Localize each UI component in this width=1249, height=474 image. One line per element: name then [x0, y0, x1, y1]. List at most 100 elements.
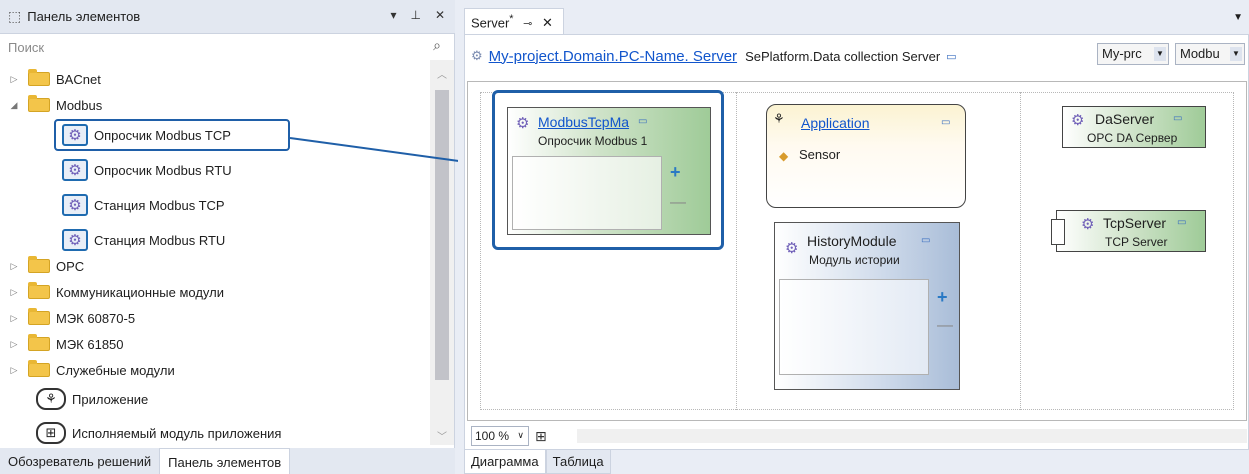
properties-icon[interactable]: ▭ [921, 235, 930, 246]
tree-item-modbus-rtu-poller[interactable]: ⚙ Опросчик Modbus RTU [62, 157, 232, 183]
chevron-down-icon[interactable]: ▼ [1154, 47, 1166, 61]
tree-item-service-modules[interactable]: ▷ Служебные модули [8, 357, 175, 383]
node-subtitle: Модуль истории [809, 253, 900, 267]
tree-item-label: Служебные модули [56, 362, 175, 378]
scroll-down-icon[interactable]: ﹀ [437, 428, 447, 443]
tree-item-modbus[interactable]: ◢ Modbus [8, 92, 102, 118]
expand-icon[interactable]: ▷ [8, 339, 20, 350]
node-title[interactable]: ModbusTcpMa [538, 114, 629, 130]
view-tabs: Диаграмма Таблица [464, 450, 611, 474]
toolbox-title: Панель элементов [27, 9, 141, 24]
node-daserver[interactable]: ⚙ DaServer ▭ OPC DA Сервер [1062, 106, 1206, 148]
chevron-down-icon[interactable]: ▼ [1230, 47, 1242, 61]
tab-list-icon[interactable]: ▼ [1233, 12, 1243, 23]
tab-table[interactable]: Таблица [545, 450, 611, 474]
tab-solution-explorer[interactable]: Обозреватель решений [0, 448, 161, 474]
expand-icon[interactable]: ▷ [8, 261, 20, 272]
tree-item-modbus-rtu-station[interactable]: ⚙ Станция Modbus RTU [62, 227, 225, 253]
expand-icon[interactable]: ▷ [8, 74, 20, 85]
tree-item-app-exec-module[interactable]: ⊞ Исполняемый модуль приложения [36, 420, 281, 445]
diagram-footer: 100 % ∨ ⊞ [465, 421, 1249, 451]
expand-icon[interactable]: ▷ [8, 365, 20, 376]
tree-item-label: OPC [56, 258, 85, 274]
application-icon: ⚘ [36, 388, 66, 410]
node-history[interactable]: ⚙ HistoryModule ▭ Модуль истории + — [774, 222, 960, 390]
tree-item-comm-modules[interactable]: ▷ Коммуникационные модули [8, 279, 224, 305]
toolbox-scrollbar[interactable]: ︿ ﹀ [430, 60, 454, 445]
expand-icon[interactable]: ▷ [8, 313, 20, 324]
node-application[interactable]: ⚘ Application ▭ ◆ Sensor [766, 104, 966, 208]
tree-item-label: Modbus [56, 97, 103, 113]
node-subtitle: OPC DA Сервер [1087, 131, 1178, 145]
node-modbus-selected[interactable]: ⚙ ModbusTcpMa ▭ Опросчик Modbus 1 + — [492, 90, 724, 250]
dropdown-icon[interactable]: ▾ [390, 8, 396, 22]
add-icon[interactable]: + [937, 287, 948, 308]
gear-icon: ⚙ [62, 124, 88, 146]
expand-icon[interactable]: ▷ [8, 287, 20, 298]
toolbox-header: ⬚ Панель элементов ▾ ⊥ ✕ [0, 0, 455, 34]
tree-item-modbus-tcp-poller[interactable]: ⚙ Опросчик Modbus TCP [62, 122, 231, 148]
node-title[interactable]: HistoryModule [807, 233, 896, 249]
node-child-area [779, 279, 929, 375]
remove-icon[interactable]: — [937, 317, 953, 335]
chevron-down-icon[interactable]: ∨ [517, 430, 524, 441]
tree-item-label: Станция Modbus TCP [94, 197, 225, 213]
node-subtitle: TCP Server [1105, 235, 1168, 249]
scrollbar-thumb[interactable] [435, 90, 449, 380]
exec-module-icon: ⊞ [36, 422, 66, 444]
column-divider [1020, 92, 1021, 410]
tree-item-label: Опросчик Modbus RTU [94, 162, 232, 178]
node-title[interactable]: DaServer [1095, 111, 1154, 127]
breadcrumb-link[interactable]: My-project.Domain.PC-Name. Server [489, 48, 737, 65]
zoom-value: 100 % [475, 429, 510, 443]
properties-icon[interactable]: ▭ [1177, 217, 1186, 228]
diagram-canvas[interactable]: ⚙ ModbusTcpMa ▭ Опросчик Modbus 1 + — ⚘ … [467, 81, 1247, 421]
server-icon: ⚙ [471, 48, 483, 63]
tree-item-modbus-tcp-station[interactable]: ⚙ Станция Modbus TCP [62, 192, 225, 218]
tab-server[interactable]: Server* ⊸ ✕ [464, 8, 564, 34]
search-input[interactable]: Поиск ⌕ [0, 34, 455, 60]
close-icon[interactable]: ✕ [542, 15, 553, 30]
fit-to-screen-icon[interactable]: ⊞ [535, 428, 547, 445]
node-title[interactable]: TcpServer [1103, 215, 1166, 231]
tree-item-label: Исполняемый модуль приложения [72, 425, 282, 441]
sensor-icon: ◆ [779, 149, 789, 163]
add-icon[interactable]: + [670, 162, 681, 183]
tree-item-iec-60870[interactable]: ▷ МЭК 60870-5 [8, 305, 135, 331]
modified-marker: * [509, 13, 514, 25]
close-icon[interactable]: ✕ [435, 8, 445, 22]
application-icon: ⚘ [773, 111, 785, 126]
tree-item-application[interactable]: ⚘ Приложение [36, 386, 148, 412]
tree-item-opc[interactable]: ▷ OPC [8, 253, 84, 279]
editor-area: Server* ⊸ ✕ ▼ ⚙ My-project.Domain.PC-Nam… [458, 0, 1249, 474]
gear-icon: ⚙ [516, 115, 530, 132]
pin-icon[interactable]: ⊥ [410, 8, 420, 22]
search-placeholder: Поиск [8, 39, 45, 55]
tab-toolbox[interactable]: Панель элементов [160, 448, 291, 474]
collapse-icon[interactable]: ◢ [8, 100, 20, 111]
node-tcpserver[interactable]: ⚙ TcpServer ▭ TCP Server [1051, 210, 1206, 252]
module-select[interactable]: Modbu ▼ [1175, 43, 1245, 65]
properties-icon[interactable]: ▭ [1173, 113, 1182, 124]
tree-item-iec-61850[interactable]: ▷ МЭК 61850 [8, 331, 124, 357]
sensor-label[interactable]: Sensor [799, 147, 840, 162]
gear-icon: ⚙ [785, 240, 799, 257]
properties-icon[interactable]: ▭ [946, 50, 956, 63]
node-child-area [512, 156, 662, 230]
scroll-up-icon[interactable]: ︿ [437, 66, 447, 81]
remove-icon[interactable]: — [670, 194, 686, 212]
properties-icon[interactable]: ▭ [638, 116, 647, 127]
horizontal-scrollbar[interactable] [577, 429, 1247, 443]
search-icon[interactable]: ⌕ [433, 37, 441, 54]
gear-icon: ⚙ [1071, 112, 1085, 129]
tree-item-bacnet[interactable]: ▷ BACnet [8, 66, 101, 92]
toolbox-panel: ⬚ Панель элементов ▾ ⊥ ✕ Поиск ⌕ ▷ BACne… [0, 0, 455, 474]
toolbox-tree: ▷ BACnet ◢ Modbus ⚙ Опросчик Modbus TCP … [0, 60, 430, 445]
select-value: My-prc [1102, 46, 1142, 61]
pin-icon[interactable]: ⊸ [523, 18, 532, 30]
properties-icon[interactable]: ▭ [941, 117, 950, 128]
node-title[interactable]: Application [801, 115, 870, 131]
project-select[interactable]: My-prc ▼ [1097, 43, 1169, 65]
tab-diagram[interactable]: Диаграмма [464, 450, 546, 474]
zoom-select[interactable]: 100 % ∨ [471, 426, 529, 446]
